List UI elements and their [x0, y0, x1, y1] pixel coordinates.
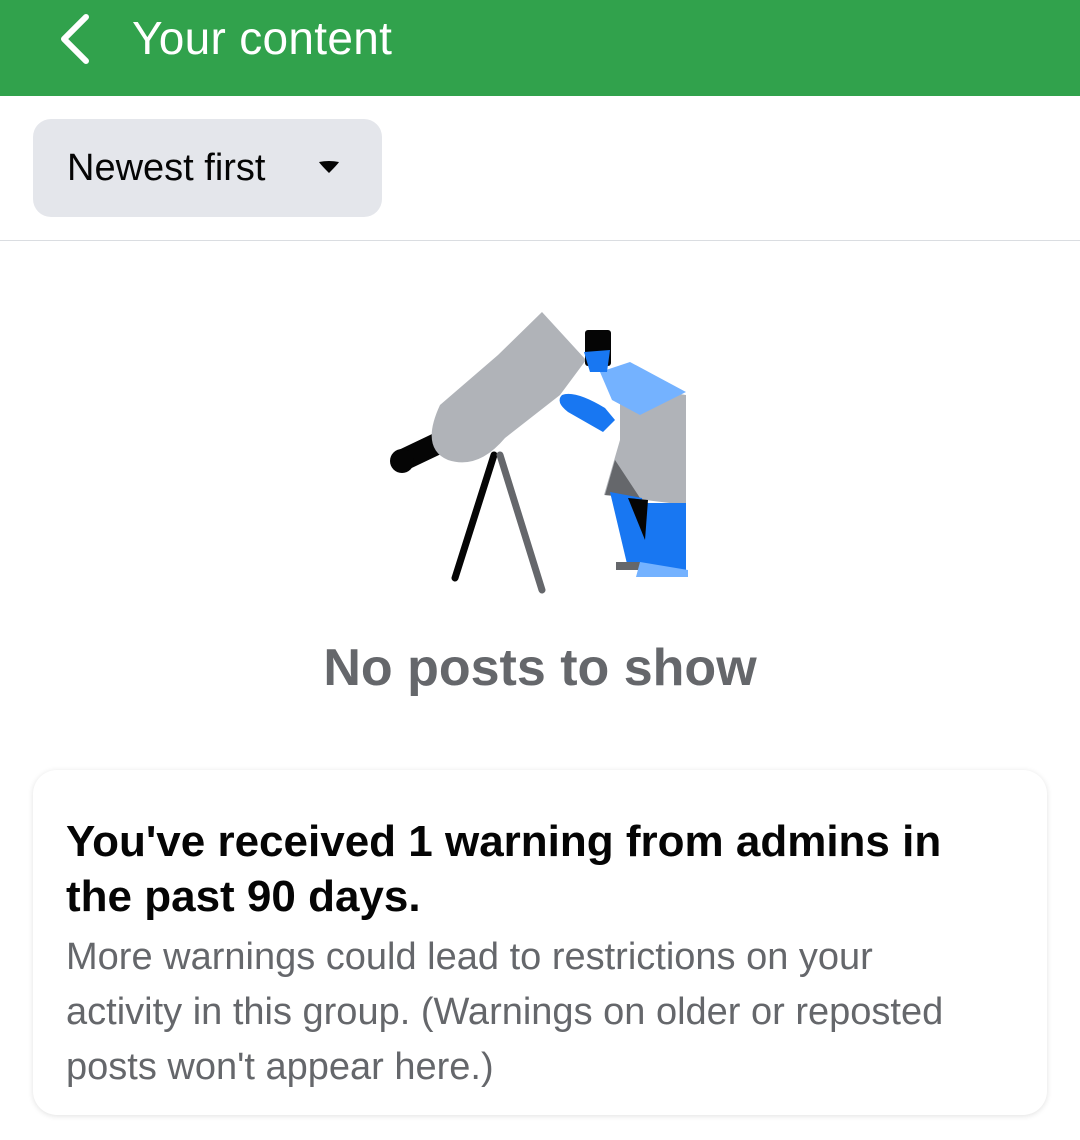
- person-leg-front: [643, 503, 686, 570]
- telescope-body: [431, 312, 586, 463]
- warning-body: More warnings could lead to restrictions…: [66, 936, 944, 1088]
- sort-label: Newest first: [67, 147, 266, 189]
- divider: [0, 240, 1080, 241]
- caret-down-icon: [319, 161, 339, 173]
- app-header: Your content: [0, 0, 1080, 96]
- telescope-person-illustration: [390, 312, 688, 594]
- back-button[interactable]: [40, 0, 112, 78]
- person-foot: [616, 562, 640, 570]
- warning-title: You've received 1 warning from admins in…: [66, 817, 942, 921]
- page-title: Your content: [132, 12, 393, 64]
- person-arm: [559, 393, 615, 432]
- tripod-leg-gray: [496, 451, 546, 594]
- chevron-left-icon: [61, 14, 89, 64]
- sort-dropdown[interactable]: Newest first: [33, 119, 382, 217]
- tripod-leg-black: [451, 451, 498, 582]
- empty-state-message: No posts to show: [323, 639, 757, 697]
- warning-card: You've received 1 warning from admins in…: [33, 770, 1047, 1115]
